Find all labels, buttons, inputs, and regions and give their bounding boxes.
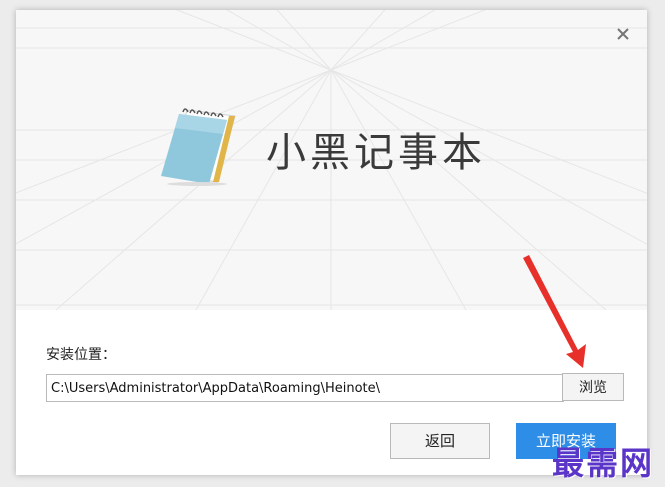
close-icon[interactable] <box>615 26 631 42</box>
notepad-icon <box>157 104 237 186</box>
browse-button[interactable]: 浏览 <box>562 373 624 401</box>
watermark: 最需网 <box>552 444 655 482</box>
install-path-input[interactable] <box>46 374 564 402</box>
back-button[interactable]: 返回 <box>390 423 490 459</box>
installer-dialog: 小黑记事本 安装位置： 浏览 返回 立即安装 <box>16 10 647 475</box>
app-title: 小黑记事本 <box>266 130 486 176</box>
install-location-label: 安装位置： <box>46 347 116 363</box>
banner: 小黑记事本 <box>16 10 647 310</box>
